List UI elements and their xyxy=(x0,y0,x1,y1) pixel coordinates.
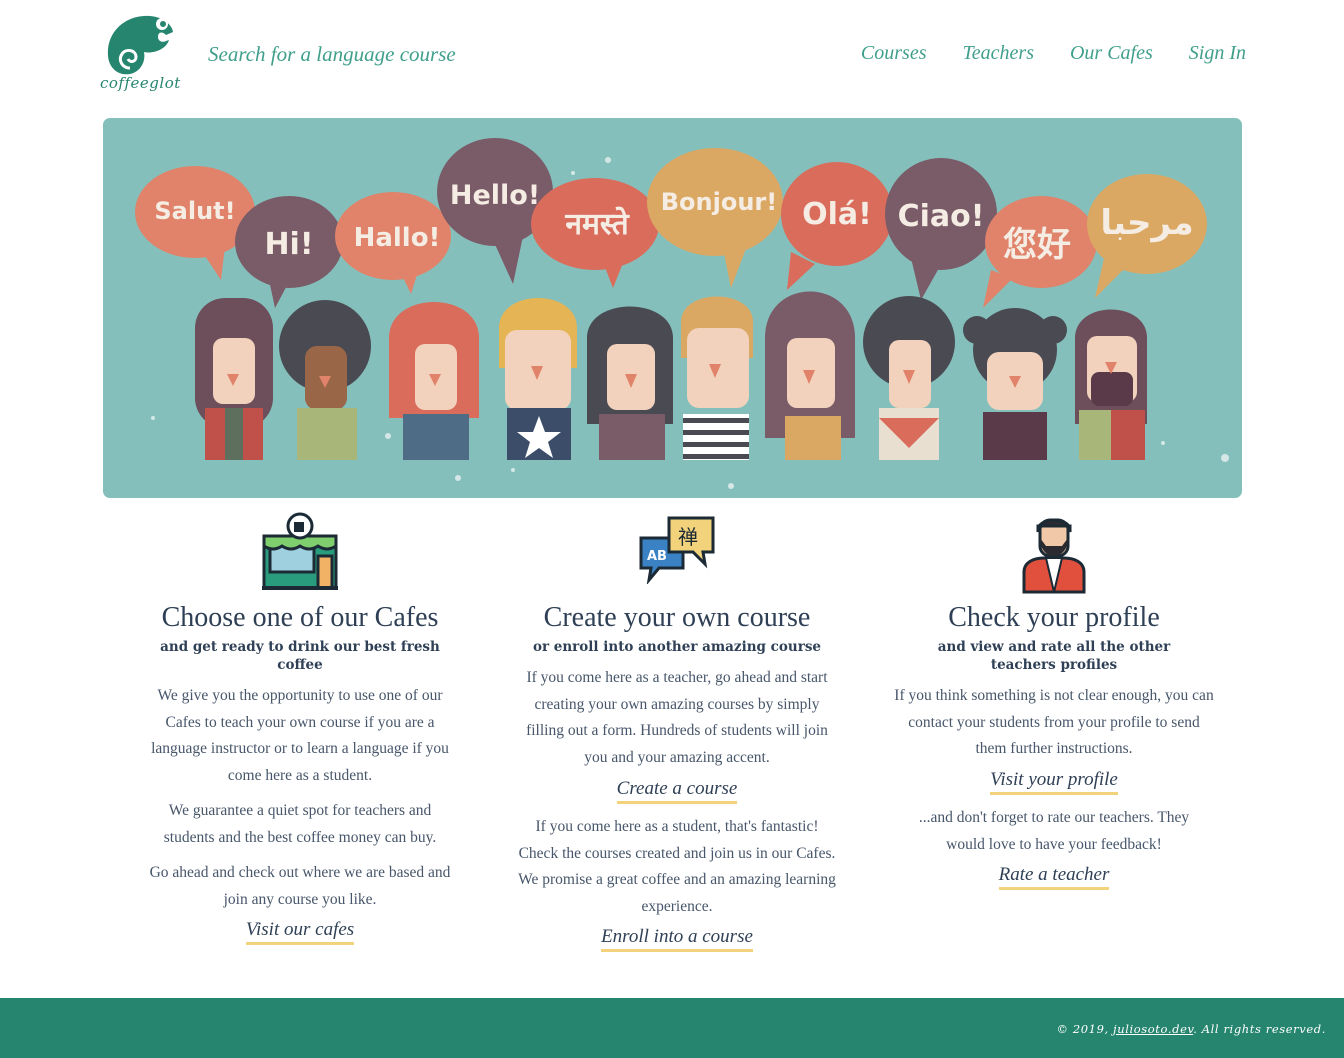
enroll-course-link[interactable]: Enroll into a course xyxy=(601,926,753,952)
hero-illustration: Salut! Hi! Hallo! Hello! नमस्ते Bonjour!… xyxy=(135,138,1229,489)
visit-cafes-link[interactable]: Visit our cafes xyxy=(245,919,355,945)
footer: © 2019, juliosoto.dev. All rights reserv… xyxy=(0,998,1344,1058)
feature-paragraph: We guarantee a quiet spot for teachers a… xyxy=(163,802,437,846)
svg-text:AB: AB xyxy=(647,549,667,564)
feature-subtitle: or enroll into another amazing course xyxy=(532,639,822,655)
svg-text:禅: 禅 xyxy=(678,525,698,549)
rate-teacher-link[interactable]: Rate a teacher xyxy=(998,864,1110,890)
feature-subtitle: and view and rate all the other teachers… xyxy=(937,639,1171,673)
greeting-bonjour: Bonjour! xyxy=(661,188,777,216)
greeting-hallo: Hallo! xyxy=(354,223,441,253)
teacher-icon xyxy=(1022,518,1086,594)
feature-paragraph: Go ahead and check out where we are base… xyxy=(149,864,451,908)
nav-sign-in[interactable]: Sign In xyxy=(1189,42,1246,65)
hero-banner: Salut! Hi! Hallo! Hello! नमस्ते Bonjour!… xyxy=(103,118,1242,498)
feature-subtitle: and get ready to drink our best fresh co… xyxy=(160,639,440,673)
cafe-icon xyxy=(262,512,338,590)
greeting-ciao: Ciao! xyxy=(898,199,985,234)
greeting-ola: Olá! xyxy=(802,197,872,232)
greeting-hello: Hello! xyxy=(450,180,540,211)
visit-profile-link[interactable]: Visit your profile xyxy=(990,769,1118,795)
feature-profile: Check your profile and view and rate all… xyxy=(894,512,1214,952)
feature-paragraph: ...and don't forget to rate our teachers… xyxy=(918,809,1190,853)
create-course-link[interactable]: Create a course xyxy=(616,778,738,804)
copyright-text: © 2019, juliosoto.dev. All rights reserv… xyxy=(1056,1022,1326,1036)
feature-title: Check your profile xyxy=(948,602,1160,633)
copyright-suffix: . All rights reserved. xyxy=(1193,1022,1326,1036)
brand-logo[interactable]: coffeeglot xyxy=(100,10,180,102)
greeting-nihao: 您好 xyxy=(1003,225,1071,265)
nav-teachers[interactable]: Teachers xyxy=(963,42,1034,65)
nav-our-cafes[interactable]: Our Cafes xyxy=(1070,42,1153,65)
copyright-prefix: © 2019, xyxy=(1056,1022,1114,1036)
feature-cafes: Choose one of our Cafes and get ready to… xyxy=(145,512,455,952)
main-nav: Courses Teachers Our Cafes Sign In xyxy=(861,42,1246,65)
feature-paragraph: If you come here as a teacher, go ahead … xyxy=(526,669,828,766)
greeting-hi: Hi! xyxy=(264,227,313,262)
translate-icon: AB 禅 xyxy=(639,516,715,584)
feature-title: Choose one of our Cafes xyxy=(161,602,439,633)
nav-courses[interactable]: Courses xyxy=(861,42,927,65)
feature-courses: AB 禅 Create your own course or enroll in… xyxy=(518,512,836,952)
author-link[interactable]: juliosoto.dev xyxy=(1113,1022,1193,1036)
greeting-namaste: नमस्ते xyxy=(564,206,630,242)
brand-wordmark: coffeeglot xyxy=(100,74,181,92)
feature-paragraph: We give you the opportunity to use one o… xyxy=(151,687,449,784)
feature-paragraph: If you think something is not clear enou… xyxy=(894,687,1214,758)
feature-paragraph: If you come here as a student, that's fa… xyxy=(518,818,836,915)
people-illustration xyxy=(195,291,1147,460)
speech-bubbles xyxy=(135,138,1207,308)
feature-title: Create your own course xyxy=(543,602,811,633)
search-course-link[interactable]: Search for a language course xyxy=(208,42,456,67)
greeting-marhaba: مرحبا xyxy=(1100,203,1193,243)
greeting-salut: Salut! xyxy=(154,197,235,225)
